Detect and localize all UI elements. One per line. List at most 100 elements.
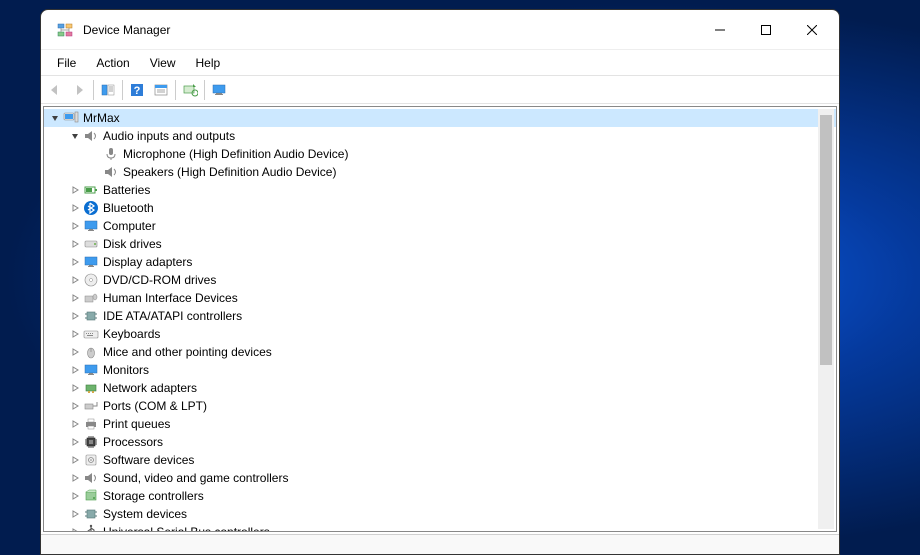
chevron-down-icon[interactable] bbox=[68, 129, 82, 143]
expander-spacer bbox=[88, 165, 102, 179]
menu-file[interactable]: File bbox=[49, 53, 84, 73]
menubar: File Action View Help bbox=[41, 50, 839, 76]
tree-item-storage[interactable]: Storage controllers bbox=[44, 487, 836, 505]
tree-item-software[interactable]: Software devices bbox=[44, 451, 836, 469]
chevron-right-icon[interactable] bbox=[68, 489, 82, 503]
chevron-right-icon[interactable] bbox=[68, 201, 82, 215]
tree-item-dvd[interactable]: DVD/CD-ROM drives bbox=[44, 271, 836, 289]
tree-item-spk[interactable]: Speakers (High Definition Audio Device) bbox=[44, 163, 836, 181]
maximize-button[interactable] bbox=[743, 10, 789, 49]
tree-item-label: Monitors bbox=[103, 361, 149, 379]
hid-icon bbox=[83, 290, 99, 306]
device-tree[interactable]: MrMaxAudio inputs and outputsMicrophone … bbox=[44, 107, 836, 531]
tree-item-display[interactable]: Display adapters bbox=[44, 253, 836, 271]
tree-item-label: Network adapters bbox=[103, 379, 197, 397]
content-pane: MrMaxAudio inputs and outputsMicrophone … bbox=[43, 106, 837, 532]
tree-item-label: Ports (COM & LPT) bbox=[103, 397, 207, 415]
tree-item-hid[interactable]: Human Interface Devices bbox=[44, 289, 836, 307]
monitor-icon bbox=[83, 218, 99, 234]
chevron-right-icon[interactable] bbox=[68, 273, 82, 287]
toolbar-back-button[interactable] bbox=[43, 78, 67, 102]
toolbar-help-button[interactable]: ? bbox=[125, 78, 149, 102]
battery-icon bbox=[83, 182, 99, 198]
tree-item-audio[interactable]: Audio inputs and outputs bbox=[44, 127, 836, 145]
tree-item-label: Audio inputs and outputs bbox=[103, 127, 235, 145]
toolbar-scan-button[interactable] bbox=[178, 78, 202, 102]
toolbar-separator bbox=[93, 80, 94, 100]
expander-spacer bbox=[88, 147, 102, 161]
tree-item-label: Speakers (High Definition Audio Device) bbox=[123, 163, 336, 181]
toolbar-monitor-button[interactable] bbox=[207, 78, 231, 102]
tree-item-label: Disk drives bbox=[103, 235, 162, 253]
scrollbar[interactable] bbox=[818, 109, 834, 529]
tree-item-ports[interactable]: Ports (COM & LPT) bbox=[44, 397, 836, 415]
tree-item-label: Bluetooth bbox=[103, 199, 154, 217]
chevron-down-icon[interactable] bbox=[48, 111, 62, 125]
chevron-right-icon[interactable] bbox=[68, 525, 82, 531]
svg-text:?: ? bbox=[134, 85, 141, 97]
chevron-right-icon[interactable] bbox=[68, 291, 82, 305]
chevron-right-icon[interactable] bbox=[68, 435, 82, 449]
chevron-right-icon[interactable] bbox=[68, 255, 82, 269]
device-manager-window: Device Manager File Action View Help ? M… bbox=[40, 9, 840, 555]
tree-item-processors[interactable]: Processors bbox=[44, 433, 836, 451]
chevron-right-icon[interactable] bbox=[68, 363, 82, 377]
network-icon bbox=[83, 380, 99, 396]
tree-item-root[interactable]: MrMax bbox=[44, 109, 836, 127]
toolbar-show-hide-button[interactable] bbox=[96, 78, 120, 102]
chevron-right-icon[interactable] bbox=[68, 417, 82, 431]
bluetooth-icon bbox=[83, 200, 99, 216]
tree-item-label: Universal Serial Bus controllers bbox=[103, 523, 270, 531]
toolbar-separator bbox=[122, 80, 123, 100]
tree-item-print[interactable]: Print queues bbox=[44, 415, 836, 433]
tree-item-label: Microphone (High Definition Audio Device… bbox=[123, 145, 348, 163]
tree-item-keyboards[interactable]: Keyboards bbox=[44, 325, 836, 343]
statusbar bbox=[41, 534, 839, 554]
toolbar-separator bbox=[175, 80, 176, 100]
chevron-right-icon[interactable] bbox=[68, 309, 82, 323]
tree-item-label: Software devices bbox=[103, 451, 194, 469]
chevron-right-icon[interactable] bbox=[68, 237, 82, 251]
tree-item-batteries[interactable]: Batteries bbox=[44, 181, 836, 199]
chevron-right-icon[interactable] bbox=[68, 399, 82, 413]
chevron-right-icon[interactable] bbox=[68, 183, 82, 197]
menu-view[interactable]: View bbox=[142, 53, 184, 73]
tree-item-network[interactable]: Network adapters bbox=[44, 379, 836, 397]
toolbar: ? bbox=[41, 76, 839, 104]
usb-icon bbox=[83, 524, 99, 531]
minimize-button[interactable] bbox=[697, 10, 743, 49]
microphone-icon bbox=[103, 146, 119, 162]
tree-item-label: Display adapters bbox=[103, 253, 192, 271]
tree-item-ide[interactable]: IDE ATA/ATAPI controllers bbox=[44, 307, 836, 325]
tree-item-bluetooth[interactable]: Bluetooth bbox=[44, 199, 836, 217]
tree-item-label: Computer bbox=[103, 217, 156, 235]
toolbar-forward-button[interactable] bbox=[67, 78, 91, 102]
chevron-right-icon[interactable] bbox=[68, 345, 82, 359]
tree-item-computer[interactable]: Computer bbox=[44, 217, 836, 235]
chevron-right-icon[interactable] bbox=[68, 327, 82, 341]
computer-icon bbox=[63, 110, 79, 126]
tree-item-sound[interactable]: Sound, video and game controllers bbox=[44, 469, 836, 487]
tree-item-disk[interactable]: Disk drives bbox=[44, 235, 836, 253]
toolbar-properties-button[interactable] bbox=[149, 78, 173, 102]
tree-item-mic[interactable]: Microphone (High Definition Audio Device… bbox=[44, 145, 836, 163]
menu-help[interactable]: Help bbox=[188, 53, 229, 73]
monitor-icon bbox=[83, 254, 99, 270]
chevron-right-icon[interactable] bbox=[68, 453, 82, 467]
chevron-right-icon[interactable] bbox=[68, 471, 82, 485]
tree-item-label: Print queues bbox=[103, 415, 170, 433]
tree-item-mice[interactable]: Mice and other pointing devices bbox=[44, 343, 836, 361]
close-button[interactable] bbox=[789, 10, 835, 49]
scrollbar-thumb[interactable] bbox=[820, 115, 832, 365]
printer-icon bbox=[83, 416, 99, 432]
chip-icon bbox=[83, 308, 99, 324]
tree-item-usb[interactable]: Universal Serial Bus controllers bbox=[44, 523, 836, 531]
tree-item-system[interactable]: System devices bbox=[44, 505, 836, 523]
storage-icon bbox=[83, 488, 99, 504]
tree-item-monitors[interactable]: Monitors bbox=[44, 361, 836, 379]
chevron-right-icon[interactable] bbox=[68, 381, 82, 395]
disc-icon bbox=[83, 272, 99, 288]
chevron-right-icon[interactable] bbox=[68, 219, 82, 233]
chevron-right-icon[interactable] bbox=[68, 507, 82, 521]
menu-action[interactable]: Action bbox=[88, 53, 137, 73]
